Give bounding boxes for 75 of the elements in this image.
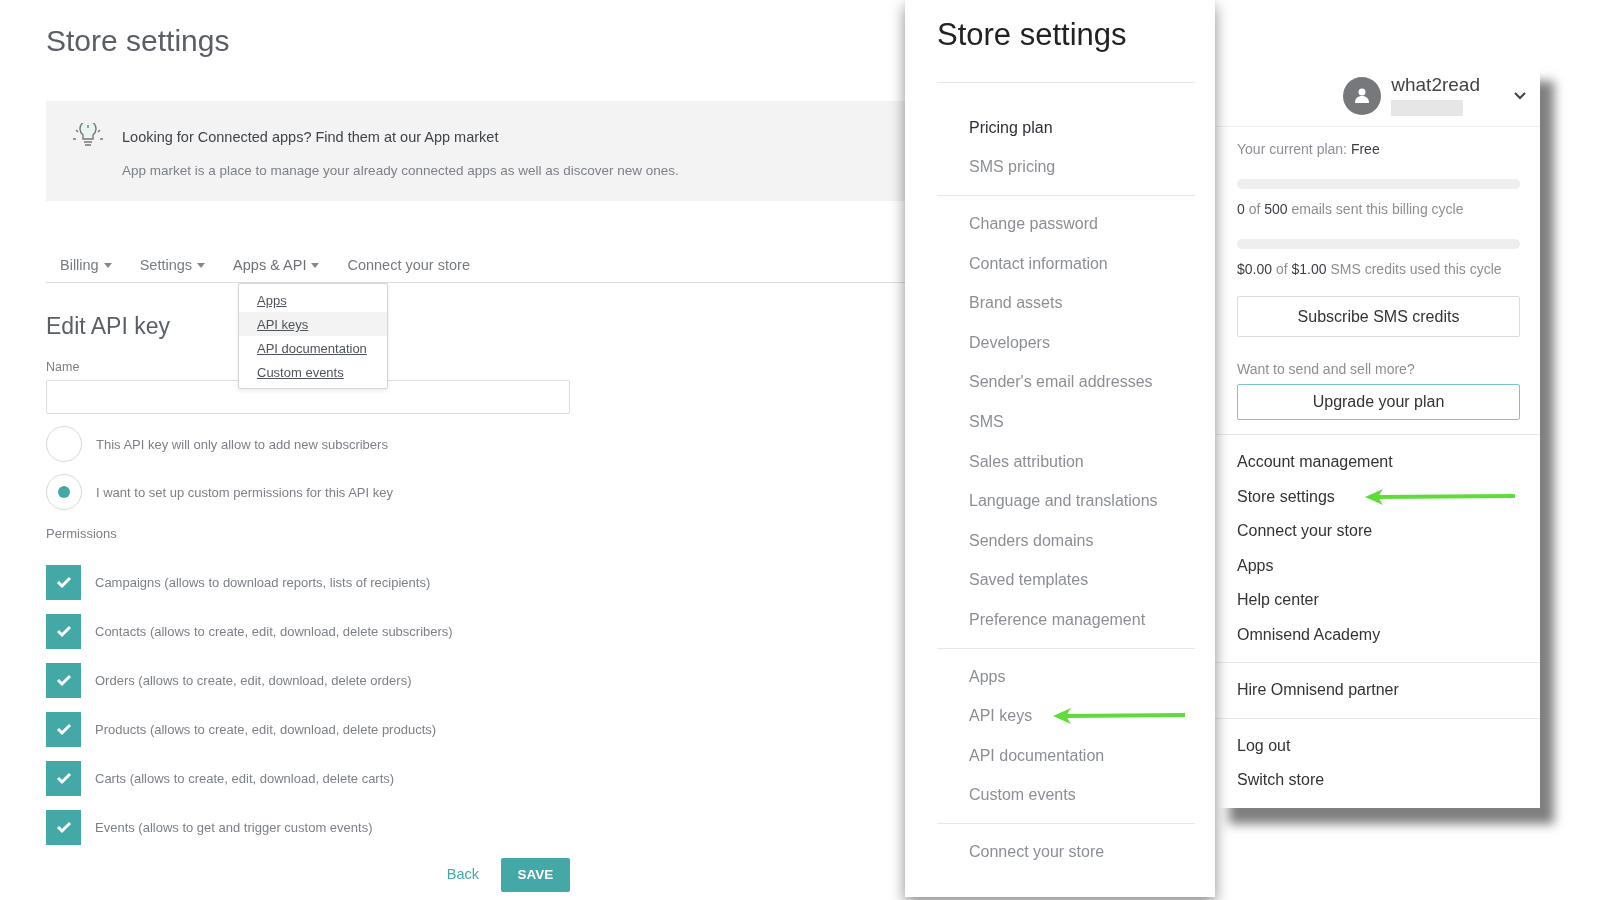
option-label: I want to set up custom permissions for this API key xyxy=(96,483,393,502)
menu-item[interactable]: Language and translations xyxy=(937,481,1195,521)
field-label: Name xyxy=(46,358,80,376)
permission-label: Campaigns (allows to download reports, lists of recipients) xyxy=(95,573,431,592)
lightbulb-icon xyxy=(70,123,106,149)
menu-item[interactable]: SMS pricing xyxy=(937,147,1195,188)
menu-item[interactable]: Omnisend Academy xyxy=(1237,617,1518,652)
menu-item[interactable]: Preference management xyxy=(937,600,1195,640)
nav-tab[interactable]: Connect your store xyxy=(333,255,484,283)
nav-tab[interactable]: Settings xyxy=(125,255,220,283)
chevron-down-icon xyxy=(1514,91,1526,100)
permission-label: Carts (allows to create, edit, download, delete carts) xyxy=(95,769,395,788)
save-button[interactable]: SAVE xyxy=(501,857,570,892)
menu-item[interactable]: Switch store xyxy=(1237,763,1518,798)
menu-item[interactable]: Change password xyxy=(937,204,1195,244)
menu-item[interactable]: SMS xyxy=(937,402,1195,442)
menu-item[interactable]: Account management xyxy=(1237,445,1518,480)
usage-text: $0.00 of $1.00 SMS credits used this cycle xyxy=(1237,260,1503,279)
dropdown-item[interactable]: API documentation xyxy=(239,336,387,360)
upsell-text: Want to send and sell more? xyxy=(1237,360,1416,379)
menu-item[interactable]: API keys xyxy=(937,696,1195,736)
subscribe-button[interactable]: Subscribe SMS credits xyxy=(1237,296,1520,337)
menu-item[interactable]: Saved templates xyxy=(937,560,1195,601)
permission-label: Events (allows to get and trigger custom events) xyxy=(95,818,373,837)
option-label: This API key will only allow to add new subscribers xyxy=(96,435,388,454)
banner-title: Looking for Connected apps? Find them at our App market xyxy=(122,128,500,147)
menu-item[interactable]: Senders domains xyxy=(937,520,1195,561)
check-icon xyxy=(55,575,72,590)
menu-item[interactable]: Log out xyxy=(1237,728,1518,763)
permission-label: Orders (allows to create, edit, download, delete orders) xyxy=(95,671,412,690)
checkbox[interactable] xyxy=(46,662,81,698)
dropdown-item[interactable]: Custom events xyxy=(239,360,387,384)
menu-item[interactable]: Hire Omnisend partner xyxy=(1237,673,1518,708)
usage-text: 0 of 500 emails sent this billing cycle xyxy=(1237,200,1465,219)
menu-item[interactable]: Pricing plan xyxy=(937,108,1195,148)
page-title: Store settings xyxy=(46,23,231,59)
panel-title: Store settings xyxy=(937,12,1195,83)
banner-text: App market is a place to manage your already connected apps as well as discover new ones. xyxy=(122,161,679,180)
dropdown-item[interactable]: Apps xyxy=(239,288,387,312)
checkbox[interactable] xyxy=(46,564,81,600)
checkbox[interactable] xyxy=(46,711,81,747)
checkbox[interactable] xyxy=(46,809,81,845)
check-icon xyxy=(55,624,72,639)
menu-item[interactable]: Connect your store xyxy=(1237,514,1518,549)
checkbox[interactable] xyxy=(46,760,81,796)
check-icon xyxy=(55,820,72,835)
menu-item[interactable]: API documentation xyxy=(937,735,1195,776)
menu-item[interactable]: Sender's email addresses xyxy=(937,362,1195,403)
menu-item[interactable]: Contact information xyxy=(937,243,1195,284)
nav-tab[interactable]: Apps & API xyxy=(219,255,334,283)
permission-label: Products (allows to create, edit, download, delete products) xyxy=(95,720,437,739)
menu-item[interactable]: Apps xyxy=(1237,548,1518,583)
check-icon xyxy=(55,673,72,688)
form-heading: Edit API key xyxy=(46,312,170,341)
menu-item[interactable]: Apps xyxy=(937,656,1195,697)
back-link[interactable]: Back xyxy=(446,863,479,886)
menu-item[interactable]: Connect your store xyxy=(937,832,1195,872)
menu-item[interactable]: Developers xyxy=(937,322,1195,363)
checkbox[interactable] xyxy=(46,613,81,649)
menu-item[interactable]: Help center xyxy=(1237,583,1518,618)
menu-item[interactable]: Custom events xyxy=(937,775,1195,816)
section-label: Permissions xyxy=(46,525,118,544)
person-icon xyxy=(1355,88,1370,103)
menu-item[interactable]: Brand assets xyxy=(937,283,1195,323)
check-icon xyxy=(55,722,72,737)
upgrade-button[interactable]: Upgrade your plan xyxy=(1237,384,1520,420)
input-field[interactable] xyxy=(46,380,570,415)
permission-label: Contacts (allows to create, edit, download, delete subscribers) xyxy=(95,622,453,641)
plan-text: Your current plan: Free xyxy=(1237,140,1381,159)
menu-item[interactable]: Sales attribution xyxy=(937,441,1195,482)
username: what2read xyxy=(1391,75,1480,96)
check-icon xyxy=(55,771,72,786)
dropdown-item[interactable]: API keys xyxy=(239,312,387,336)
menu-item[interactable]: Store settings xyxy=(1237,479,1518,514)
nav-tab[interactable]: Billing xyxy=(46,255,126,283)
